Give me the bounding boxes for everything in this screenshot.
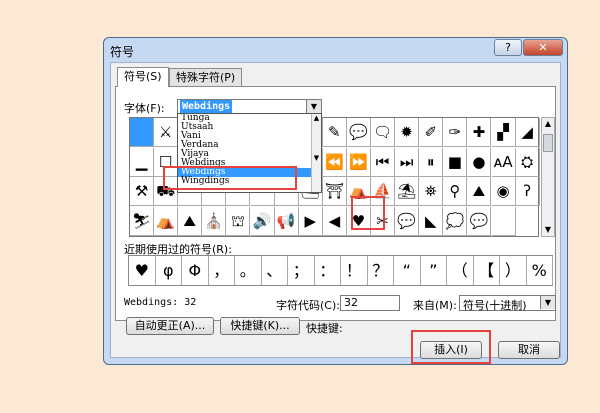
- from-select-value: 符号(十进制): [463, 299, 527, 312]
- symbol-cell[interactable]: ▞: [491, 118, 516, 147]
- recent-symbol[interactable]: 。: [235, 256, 262, 285]
- symbol-cell[interactable]: ⛰: [178, 206, 203, 236]
- recent-symbol[interactable]: ♥: [129, 256, 156, 285]
- symbol-cell[interactable]: ◀: [322, 206, 347, 236]
- symbol-cell[interactable]: ◉: [491, 177, 516, 206]
- recent-symbol[interactable]: φ: [156, 256, 182, 285]
- symbol-cell[interactable]: ✹: [395, 118, 420, 147]
- recent-symbol[interactable]: ，: [209, 256, 235, 285]
- recent-symbol[interactable]: ？: [368, 256, 394, 285]
- scroll-thumb[interactable]: [543, 134, 553, 152]
- help-button[interactable]: ?: [494, 39, 522, 56]
- scroll-down-icon[interactable]: ▼: [542, 224, 554, 236]
- font-select-value: Webdings: [180, 100, 233, 113]
- symbol-cell[interactable]: ⛷: [130, 206, 155, 236]
- symbol-cell[interactable]: 🔊: [250, 206, 275, 236]
- recent-symbols: ♥ φ Φ，。、；：！？ “” （【）%: [128, 255, 553, 286]
- symbol-cell[interactable]: 💬: [346, 118, 371, 147]
- recent-symbol[interactable]: “: [394, 256, 421, 285]
- recent-symbol[interactable]: ：: [315, 256, 341, 285]
- symbol-cell[interactable]: ✎: [322, 118, 347, 147]
- chevron-down-icon[interactable]: ▼: [306, 100, 321, 113]
- recent-symbol[interactable]: %: [527, 256, 553, 285]
- close-button[interactable]: ✕: [523, 39, 563, 56]
- symbol-cell[interactable]: ⏭: [395, 147, 420, 177]
- symbol-cell[interactable]: ✑: [443, 118, 468, 147]
- symbol-cell[interactable]: ■: [443, 147, 468, 177]
- symbol-cell[interactable]: ⛫: [226, 206, 251, 236]
- symbol-cell[interactable]: ⚒: [130, 177, 155, 206]
- symbol-cell[interactable]: ᴀA: [491, 147, 516, 177]
- char-code-input[interactable]: 32: [340, 295, 400, 311]
- recent-symbol[interactable]: Φ: [182, 256, 209, 285]
- symbol-cell[interactable]: 🗨: [371, 118, 396, 147]
- scroll-up-icon[interactable]: ▲: [542, 118, 554, 130]
- recent-symbol[interactable]: （: [447, 256, 474, 285]
- symbol-dialog: 符号 ? ✕ 符号(S) 特殊字符(P) 字体(F): Webdings ▼ T…: [103, 37, 568, 365]
- font-select[interactable]: Webdings ▼: [177, 99, 322, 114]
- symbol-cell[interactable]: ⛺: [154, 206, 179, 236]
- recent-symbol[interactable]: ；: [288, 256, 315, 285]
- symbol-cell[interactable]: 💬: [395, 206, 420, 236]
- symbol-cell[interactable]: [491, 206, 516, 236]
- recent-symbol[interactable]: ）: [500, 256, 527, 285]
- shortcut-key-button[interactable]: 快捷键(K)...: [220, 317, 300, 335]
- symbol-cell[interactable]: [130, 118, 155, 147]
- symbol-cell[interactable]: ⛭: [515, 147, 540, 177]
- symbol-cell[interactable]: ⛰: [467, 177, 492, 206]
- symbol-cell[interactable]: 📢: [274, 206, 299, 236]
- recent-symbol[interactable]: 【: [474, 256, 500, 285]
- from-label: 来自(M):: [413, 299, 457, 312]
- shortcut-label: 快捷键:: [306, 322, 343, 335]
- symbols-panel: 字体(F): Webdings ▼ Tunga Utsaah Vani Verd…: [115, 86, 556, 335]
- symbol-cell[interactable]: ●: [467, 147, 492, 177]
- symbol-cell[interactable]: 💬: [467, 206, 492, 236]
- annotation-highlight-font: [163, 166, 297, 190]
- symbol-cell[interactable]: ⏸: [419, 147, 444, 177]
- symbol-cell[interactable]: ⚔: [154, 118, 179, 147]
- symbol-cell[interactable]: ⏩: [346, 147, 371, 177]
- symbol-cell[interactable]: ⚲: [443, 177, 468, 206]
- dialog-title: 符号: [110, 45, 135, 59]
- from-select[interactable]: 符号(十进制) ▼: [459, 295, 556, 312]
- recent-symbol[interactable]: ！: [341, 256, 368, 285]
- symbol-grid-scrollbar[interactable]: ▲ ▼: [541, 117, 555, 237]
- cancel-button[interactable]: 取消: [498, 341, 560, 359]
- font-label: 字体(F):: [124, 102, 165, 115]
- tab-symbols[interactable]: 符号(S): [117, 67, 169, 87]
- recent-symbol[interactable]: ”: [421, 256, 447, 285]
- symbol-cell[interactable]: 💭: [443, 206, 468, 236]
- dropdown-scrollbar[interactable]: ▲ ▼: [311, 114, 321, 192]
- symbol-cell[interactable]: ⏪: [322, 147, 347, 177]
- symbol-cell[interactable]: ◢: [515, 118, 540, 147]
- symbol-cell[interactable]: ◣: [419, 206, 444, 236]
- autocorrect-button[interactable]: 自动更正(A)...: [126, 317, 214, 335]
- annotation-highlight-insert: [411, 330, 491, 364]
- title-bar: 符号 ? ✕: [104, 38, 567, 60]
- symbol-cell[interactable]: ✐: [419, 118, 444, 147]
- symbol-cell[interactable]: ▁: [130, 147, 155, 177]
- symbol-cell[interactable]: ⛱: [395, 177, 420, 206]
- chevron-down-icon[interactable]: ▼: [540, 296, 555, 309]
- annotation-highlight-symbol: [351, 196, 385, 230]
- dialog-client: 符号(S) 特殊字符(P) 字体(F): Webdings ▼ Tunga Ut…: [110, 62, 561, 359]
- tab-special-chars[interactable]: 特殊字符(P): [169, 68, 243, 86]
- char-code-label: 字符代码(C):: [276, 299, 340, 312]
- symbol-cell[interactable]: ʔ: [515, 177, 540, 206]
- symbol-cell[interactable]: ▶: [298, 206, 323, 236]
- char-name: Webdings: 32: [124, 297, 197, 308]
- symbol-cell[interactable]: ⛪: [202, 206, 227, 236]
- symbol-cell[interactable]: ✚: [467, 118, 492, 147]
- recent-symbol[interactable]: 、: [262, 256, 288, 285]
- symbol-cell[interactable]: ⏮: [371, 147, 396, 177]
- symbol-cell[interactable]: ⛯: [419, 177, 444, 206]
- symbol-cell[interactable]: ⛩: [322, 177, 347, 206]
